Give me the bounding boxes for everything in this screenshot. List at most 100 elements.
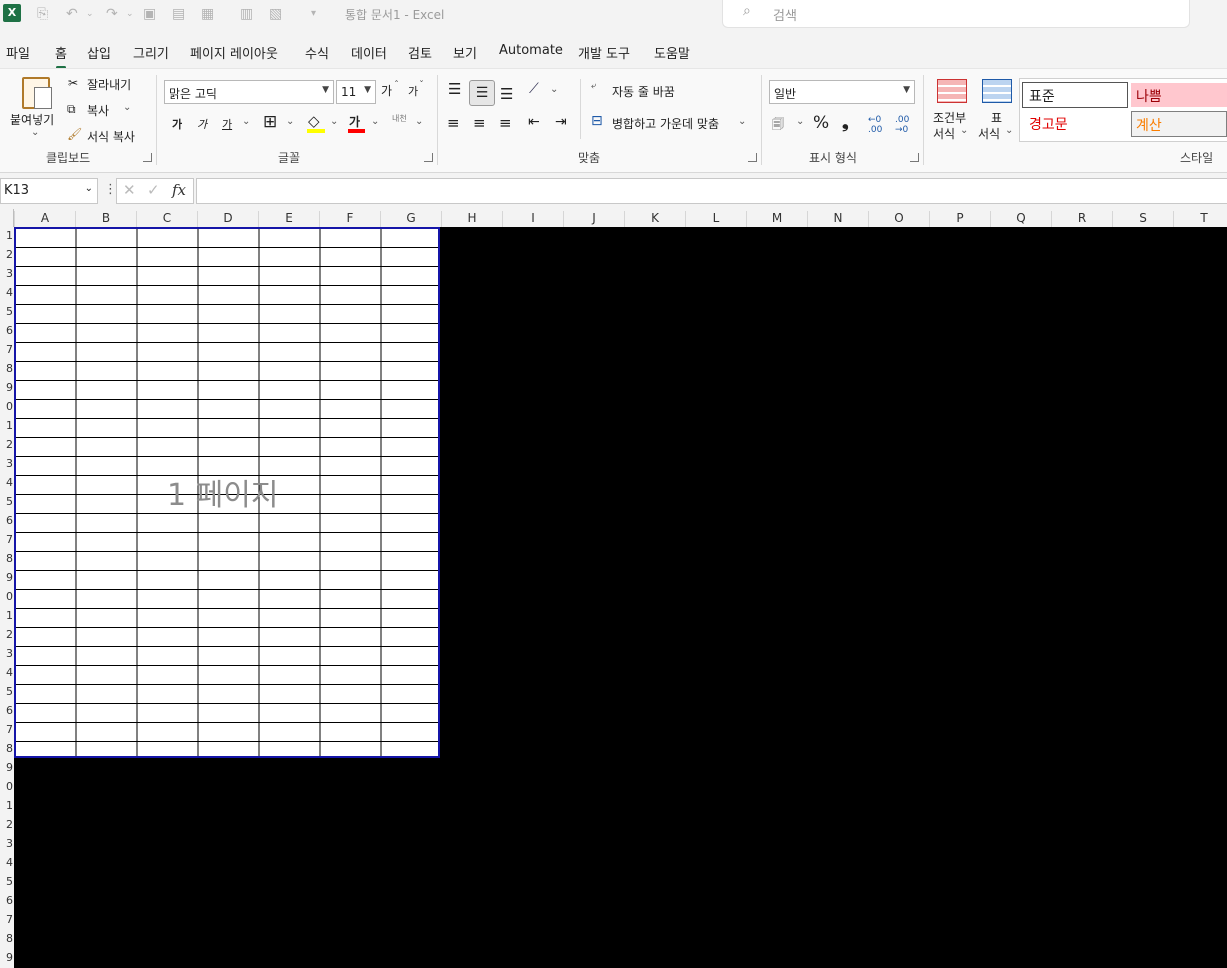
- column-header-m[interactable]: M: [746, 211, 807, 227]
- column-header-k[interactable]: K: [624, 211, 685, 227]
- select-all-button[interactable]: [0, 209, 14, 228]
- borders-icon[interactable]: ⊞: [263, 112, 277, 132]
- italic-button[interactable]: 가: [197, 116, 207, 132]
- row-header[interactable]: 8: [0, 552, 13, 571]
- tab-home[interactable]: 홈: [55, 43, 67, 69]
- camera-icon[interactable]: ▣: [143, 6, 156, 22]
- align-middle-button[interactable]: ☰: [469, 80, 495, 106]
- style-warning[interactable]: 경고문: [1022, 111, 1126, 135]
- insert-function-button[interactable]: fx: [172, 181, 186, 199]
- tab-data[interactable]: 데이터: [351, 43, 387, 62]
- row-header[interactable]: 6: [0, 704, 13, 723]
- font-name-combo[interactable]: 맑은 고딕 ▼: [164, 80, 334, 104]
- print-preview-icon[interactable]: ▥: [240, 6, 253, 22]
- cut-button[interactable]: 잘라내기: [87, 76, 131, 93]
- formula-input[interactable]: [196, 178, 1227, 204]
- row-header[interactable]: 3: [0, 267, 13, 286]
- column-header-n[interactable]: N: [807, 211, 868, 227]
- tab-review[interactable]: 검토: [408, 43, 432, 62]
- column-header-e[interactable]: E: [258, 211, 319, 227]
- increase-indent-icon[interactable]: ⇥: [555, 114, 567, 130]
- row-header[interactable]: 3: [0, 647, 13, 666]
- enter-icon[interactable]: ✓: [147, 181, 160, 199]
- font-color-dropdown-icon[interactable]: ⌄: [371, 116, 379, 127]
- save-icon[interactable]: ▤: [172, 6, 185, 22]
- grow-font-button[interactable]: 가: [381, 82, 392, 99]
- row-header[interactable]: 2: [0, 248, 13, 267]
- tab-view[interactable]: 보기: [453, 43, 477, 62]
- column-header-j[interactable]: J: [563, 211, 624, 227]
- alignment-launcher-icon[interactable]: [748, 153, 757, 162]
- table-dropdown-icon[interactable]: ⌄: [1005, 125, 1013, 136]
- copy-dropdown-icon[interactable]: ⌄: [123, 102, 131, 113]
- comma-button[interactable]: ❟: [842, 113, 849, 133]
- column-header-o[interactable]: O: [868, 211, 929, 227]
- paste-button[interactable]: 붙여넣기: [10, 111, 54, 128]
- row-header[interactable]: 7: [0, 723, 13, 742]
- tab-page-layout[interactable]: 페이지 레이아웃: [190, 43, 278, 62]
- tab-insert[interactable]: 삽입: [87, 43, 111, 62]
- number-format-combo[interactable]: 일반 ▼: [769, 80, 915, 104]
- row-header[interactable]: 0: [0, 780, 13, 799]
- align-left-icon[interactable]: ≡: [447, 114, 460, 132]
- tab-formulas[interactable]: 수식: [305, 43, 329, 62]
- row-header[interactable]: 9: [0, 381, 13, 400]
- row-header[interactable]: 2: [0, 628, 13, 647]
- column-header-d[interactable]: D: [197, 211, 258, 227]
- cut-icon[interactable]: ✂: [68, 76, 78, 90]
- print-icon[interactable]: ▧: [269, 6, 282, 22]
- percent-button[interactable]: %: [813, 113, 829, 133]
- column-header-r[interactable]: R: [1051, 211, 1112, 227]
- decrease-indent-icon[interactable]: ⇤: [528, 114, 540, 130]
- accounting-format-icon[interactable]: 🗐: [772, 115, 784, 136]
- format-as-table-icon[interactable]: [982, 79, 1012, 103]
- fill-color-icon[interactable]: ◇: [308, 112, 320, 130]
- row-header[interactable]: 2: [0, 818, 13, 837]
- tab-draw[interactable]: 그리기: [133, 43, 169, 62]
- row-header[interactable]: 9: [0, 761, 13, 780]
- column-header-g[interactable]: G: [380, 211, 441, 227]
- column-header-p[interactable]: P: [929, 211, 990, 227]
- copy-button[interactable]: 복사: [87, 102, 109, 119]
- style-bad[interactable]: 나쁨: [1131, 83, 1227, 107]
- row-header[interactable]: 4: [0, 666, 13, 685]
- tab-file[interactable]: 파일: [6, 43, 30, 62]
- conditional-formatting-label2[interactable]: 서식: [933, 125, 955, 142]
- redo-icon[interactable]: ↷: [106, 6, 118, 22]
- column-header-b[interactable]: B: [75, 211, 136, 227]
- column-header-s[interactable]: S: [1112, 211, 1173, 227]
- row-header[interactable]: 8: [0, 932, 13, 951]
- align-right-icon[interactable]: ≡: [499, 114, 512, 132]
- row-header[interactable]: 2: [0, 438, 13, 457]
- phonetic-button[interactable]: 내천: [392, 113, 407, 124]
- column-header-h[interactable]: H: [441, 211, 502, 227]
- row-header[interactable]: 0: [0, 590, 13, 609]
- row-header[interactable]: 1: [0, 799, 13, 818]
- column-header-i[interactable]: I: [502, 211, 563, 227]
- undo-dropdown-icon[interactable]: ⌄: [86, 9, 94, 19]
- paste-dropdown-icon[interactable]: ⌄: [31, 127, 39, 138]
- tab-developer[interactable]: 개발 도구: [578, 43, 630, 62]
- bold-button[interactable]: 가: [172, 116, 182, 132]
- conditional-formatting-icon[interactable]: [937, 79, 967, 103]
- copy-icon[interactable]: ⧉: [67, 102, 76, 117]
- decrease-decimal-icon[interactable]: .00 →0: [895, 115, 909, 135]
- row-header[interactable]: 7: [0, 913, 13, 932]
- column-header-a[interactable]: A: [14, 211, 75, 227]
- align-center-icon[interactable]: ≡: [473, 114, 486, 132]
- column-header-t[interactable]: T: [1173, 211, 1227, 227]
- row-header[interactable]: 1: [0, 229, 13, 248]
- row-header[interactable]: 8: [0, 362, 13, 381]
- phonetic-dropdown-icon[interactable]: ⌄: [415, 116, 423, 127]
- format-painter-button[interactable]: 서식 복사: [87, 128, 135, 145]
- orientation-dropdown-icon[interactable]: ⌄: [550, 84, 558, 95]
- row-header[interactable]: 9: [0, 571, 13, 590]
- column-header-c[interactable]: C: [136, 211, 197, 227]
- redo-dropdown-icon[interactable]: ⌄: [126, 9, 134, 19]
- format-as-table-label2[interactable]: 서식: [978, 125, 1000, 142]
- customize-quick-access-icon[interactable]: ▾: [311, 8, 316, 19]
- conditional-formatting-label1[interactable]: 조건부: [933, 109, 966, 126]
- font-size-combo[interactable]: 11 ▼: [336, 80, 376, 104]
- orientation-icon[interactable]: ⟋: [529, 81, 539, 97]
- row-header[interactable]: 9: [0, 951, 13, 968]
